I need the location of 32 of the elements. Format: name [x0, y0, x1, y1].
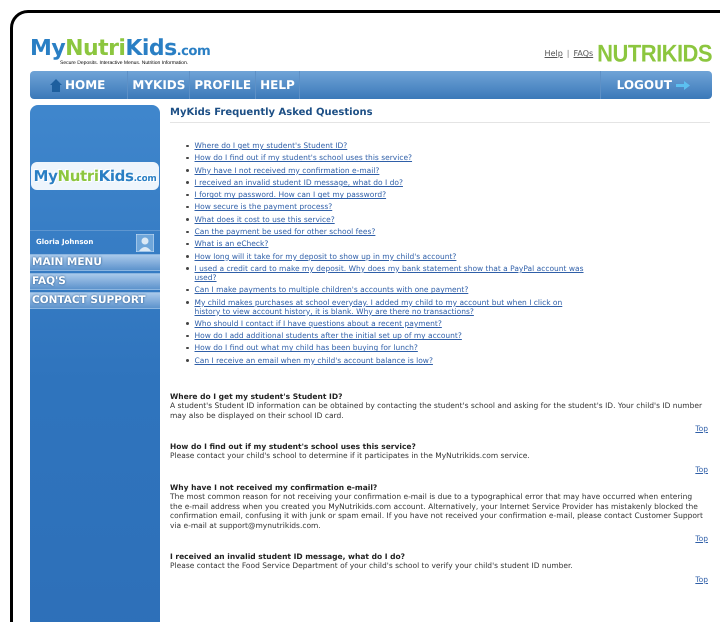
- user-avatar-icon: [136, 234, 154, 252]
- link-separator: |: [566, 48, 570, 60]
- page-title: MyKids Frequently Asked Questions: [170, 105, 710, 123]
- bullet-icon: [186, 181, 188, 184]
- site-logo: MyNutriKids.com: [34, 166, 156, 184]
- logout-button[interactable]: LOGOUT: [600, 71, 712, 99]
- bullet-icon: [186, 194, 188, 196]
- nav-tab[interactable]: MYKIDS: [128, 71, 190, 99]
- bullet-icon: [186, 359, 188, 362]
- bullet-icon: [186, 206, 188, 208]
- nav-tab[interactable]: HELP: [256, 71, 300, 99]
- faqs-link[interactable]: FAQs: [574, 48, 594, 60]
- bullet-icon: [186, 230, 188, 234]
- bullet-icon: [186, 218, 188, 221]
- site-logo: MyNutriKids.com: [30, 38, 210, 60]
- bullet-icon: [186, 242, 188, 246]
- bullet-icon: [186, 334, 188, 338]
- nav-tab[interactable]: HOME: [30, 71, 128, 99]
- bullet-icon: [186, 322, 188, 325]
- house-icon: [50, 78, 62, 92]
- bullet-icon: [186, 267, 188, 270]
- arrow-right-icon: [676, 80, 690, 90]
- nav-tab[interactable]: PROFILE: [190, 71, 256, 99]
- bullet-icon: [186, 144, 188, 147]
- bullet-icon: [186, 156, 188, 160]
- bullet-icon: [186, 169, 188, 172]
- bullet-icon: [186, 301, 188, 304]
- brand-logo: NUTRIKIDS: [597, 42, 712, 66]
- bullet-icon: [186, 346, 188, 350]
- bullet-icon: [186, 255, 188, 258]
- bullet-icon: [186, 288, 188, 292]
- help-link[interactable]: Help: [544, 48, 563, 60]
